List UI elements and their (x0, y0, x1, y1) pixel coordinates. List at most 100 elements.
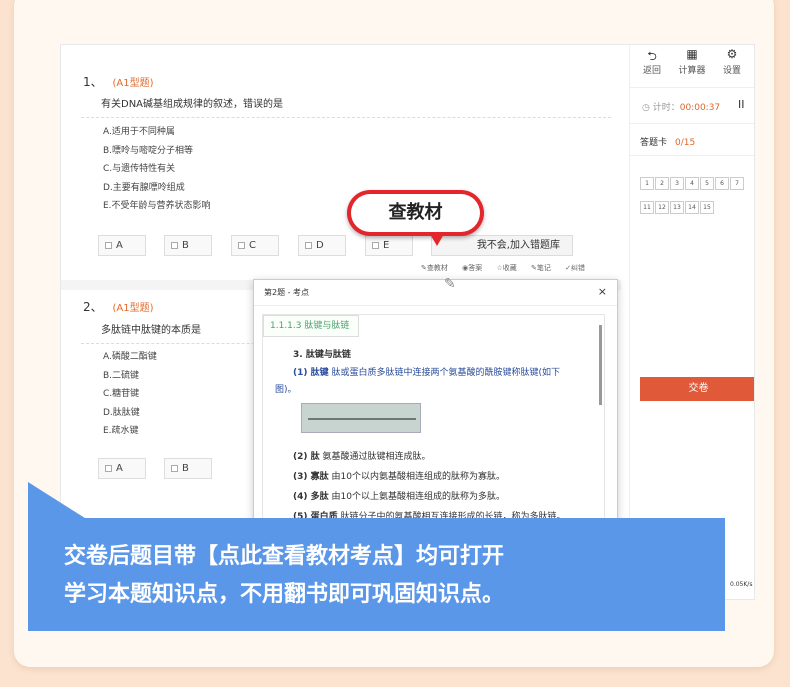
option-d[interactable]: D.肽肽键 (103, 404, 157, 423)
knowledge-tag: 1.1.1.3 肽键与肽链 (263, 315, 359, 337)
answer-cell[interactable]: 13 (670, 201, 684, 214)
choice-e[interactable]: E (365, 235, 413, 256)
network-speed: 0.05K/s (730, 581, 753, 588)
back-button[interactable]: ⮌ 返回 (632, 47, 672, 76)
section-heading: 3. 肽键与肽链 (293, 350, 351, 360)
calculator-icon: ▦ (686, 47, 698, 61)
calculator-label: 计算器 (678, 66, 706, 76)
choice-b[interactable]: B (164, 458, 212, 479)
checkbox-icon (105, 464, 112, 472)
option-a[interactable]: A.适用于不同种属 (103, 123, 211, 142)
choice-d[interactable]: D (298, 235, 346, 256)
choice-a[interactable]: A (98, 235, 146, 256)
question-number: 2、 (83, 300, 103, 314)
toolbar: ⮌ 返回 ▦ 计算器 ⚙ 设置 (630, 45, 754, 85)
popup-body: 1.1.1.3 肽键与肽链 3. 肽键与肽链 (1) 肽键 肽或蛋白质多肽链中连… (262, 314, 605, 538)
answer-cell[interactable]: 4 (685, 177, 699, 190)
option-b[interactable]: B.二硫键 (103, 367, 157, 386)
close-icon[interactable]: × (598, 285, 607, 298)
answer-cell[interactable]: 15 (700, 201, 714, 214)
option-c[interactable]: C.糖苷键 (103, 385, 157, 404)
option-list: A.适用于不同种属 B.嘌呤与嘧啶分子相等 C.与遗传特性有关 D.主要有腺嘌呤… (103, 123, 211, 216)
answer-link[interactable]: ◉答案 (462, 264, 488, 272)
answer-card-header: 答题卡 0/15 (640, 135, 695, 148)
gear-icon: ⚙ (726, 47, 738, 61)
report-error-link[interactable]: ✓纠错 (565, 264, 591, 272)
term-label: (1) 肽键 (293, 368, 329, 378)
option-c[interactable]: C.与遗传特性有关 (103, 160, 211, 179)
answer-cell[interactable]: 2 (655, 177, 669, 190)
divider (630, 87, 754, 88)
option-b[interactable]: B.嘌呤与嘧啶分子相等 (103, 142, 211, 161)
question-stem: 多肽链中肽键的本质是 (101, 325, 201, 336)
note-label: 笔记 (536, 264, 551, 272)
question-stem: 有关DNA碱基组成规律的叙述，错误的是 (101, 99, 284, 110)
popup-title: 第2题 - 考点 (264, 288, 310, 297)
question-type: (A1型题) (112, 303, 154, 314)
divider (81, 117, 611, 118)
textbook-label: 查教材 (426, 264, 448, 272)
answer-cell[interactable]: 3 (670, 177, 684, 190)
favorite-link[interactable]: ☆收藏 (496, 264, 522, 272)
settings-button[interactable]: ⚙ 设置 (712, 47, 752, 76)
checkbox-icon (171, 464, 178, 472)
option-list: A.磷酸二酯键 B.二硫键 C.糖苷键 D.肽肽键 E.疏水键 (103, 348, 157, 441)
callout-text: 查教材 (351, 194, 480, 232)
settings-label: 设置 (722, 66, 741, 76)
submit-button[interactable]: 交卷 (640, 377, 754, 401)
choice-b[interactable]: B (164, 235, 212, 256)
checkbox-icon (372, 241, 379, 249)
divider (630, 155, 754, 156)
answer-cell[interactable]: 14 (685, 201, 699, 214)
timer-label: 计时： (652, 103, 680, 113)
right-panel: ⮌ 返回 ▦ 计算器 ⚙ 设置 ◷ 计时：00:00:37 II 答题卡 0/15 12… (629, 45, 754, 599)
answer-cell[interactable]: 12 (655, 201, 669, 214)
term-text: 肽或蛋白质多肽链中连接两个氨基酸的酰胺键称肽键(如下 (328, 368, 560, 378)
pause-button[interactable]: II (738, 98, 745, 111)
option-e[interactable]: E.不受年龄与营养状态影响 (103, 197, 211, 216)
question-header: 1、 (A1型题) (83, 73, 153, 90)
term-text-cont: 图)。 (275, 385, 297, 395)
term-label: (2) 肽 (293, 452, 320, 462)
timer-value: 00:00:37 (679, 103, 721, 113)
timer: ◷ 计时：00:00:37 (642, 100, 720, 113)
option-e[interactable]: E.疏水键 (103, 422, 157, 441)
term-label: (3) 寡肽 (293, 472, 329, 482)
scrollbar[interactable] (599, 325, 602, 405)
checkbox-icon (105, 241, 112, 249)
callout-bubble: 查教材 (347, 190, 484, 236)
add-to-wrong-book-button[interactable]: 我不会,加入错题库 (431, 235, 573, 256)
question-1: 1、 (A1型题) 有关DNA碱基组成规律的叙述，错误的是 A.适用于不同种属 … (61, 45, 621, 280)
term-text: 由10个以内氨基酸相连组成的肽称为寡肽。 (328, 472, 505, 482)
checkbox-icon (238, 241, 245, 249)
answer-cell[interactable]: 7 (730, 177, 744, 190)
calculator-button[interactable]: ▦ 计算器 (672, 47, 712, 76)
caption-banner: 交卷后题目带【点此查看教材考点】均可打开 学习本题知识点，不用翻书即可巩固知识点… (28, 518, 725, 631)
answer-cell[interactable]: 1 (640, 177, 654, 190)
checkbox-icon (305, 241, 312, 249)
choice-c[interactable]: C (231, 235, 279, 256)
pencil-icon: ✎ (444, 276, 456, 292)
popup-header: 第2题 - 考点 × (254, 280, 617, 306)
answer-card-label: 答题卡 (640, 138, 668, 148)
choice-a[interactable]: A (98, 458, 146, 479)
knowledge-point-popup: 第2题 - 考点 × 1.1.1.3 肽键与肽链 3. 肽键与肽链 (1) 肽键… (253, 279, 618, 539)
back-icon: ⮌ (647, 49, 657, 63)
answer-card-grid: 1234567 11 12 13 14 15 (640, 170, 754, 218)
term-text: 由10个以上氨基酸相连组成的肽称为多肽。 (328, 492, 505, 502)
choice-label: A (116, 463, 123, 474)
answer-label: 答案 (468, 264, 483, 272)
answer-cell[interactable]: 11 (640, 201, 654, 214)
answer-cell[interactable]: 5 (700, 177, 714, 190)
choice-label: A (116, 240, 123, 251)
answer-cell[interactable]: 6 (715, 177, 729, 190)
question-number: 1、 (83, 75, 103, 89)
textbook-link[interactable]: ✎查教材 (421, 264, 454, 272)
question-toolbar: ✎查教材 ◉答案 ☆收藏 ✎笔记 ✓纠错 (421, 263, 597, 273)
report-error-label: 纠错 (570, 264, 585, 272)
option-d[interactable]: D.主要有腺嘌呤组成 (103, 179, 211, 198)
note-link[interactable]: ✎笔记 (531, 264, 557, 272)
figure-line (308, 418, 416, 420)
option-a[interactable]: A.磷酸二酯键 (103, 348, 157, 367)
question-type: (A1型题) (112, 78, 154, 89)
